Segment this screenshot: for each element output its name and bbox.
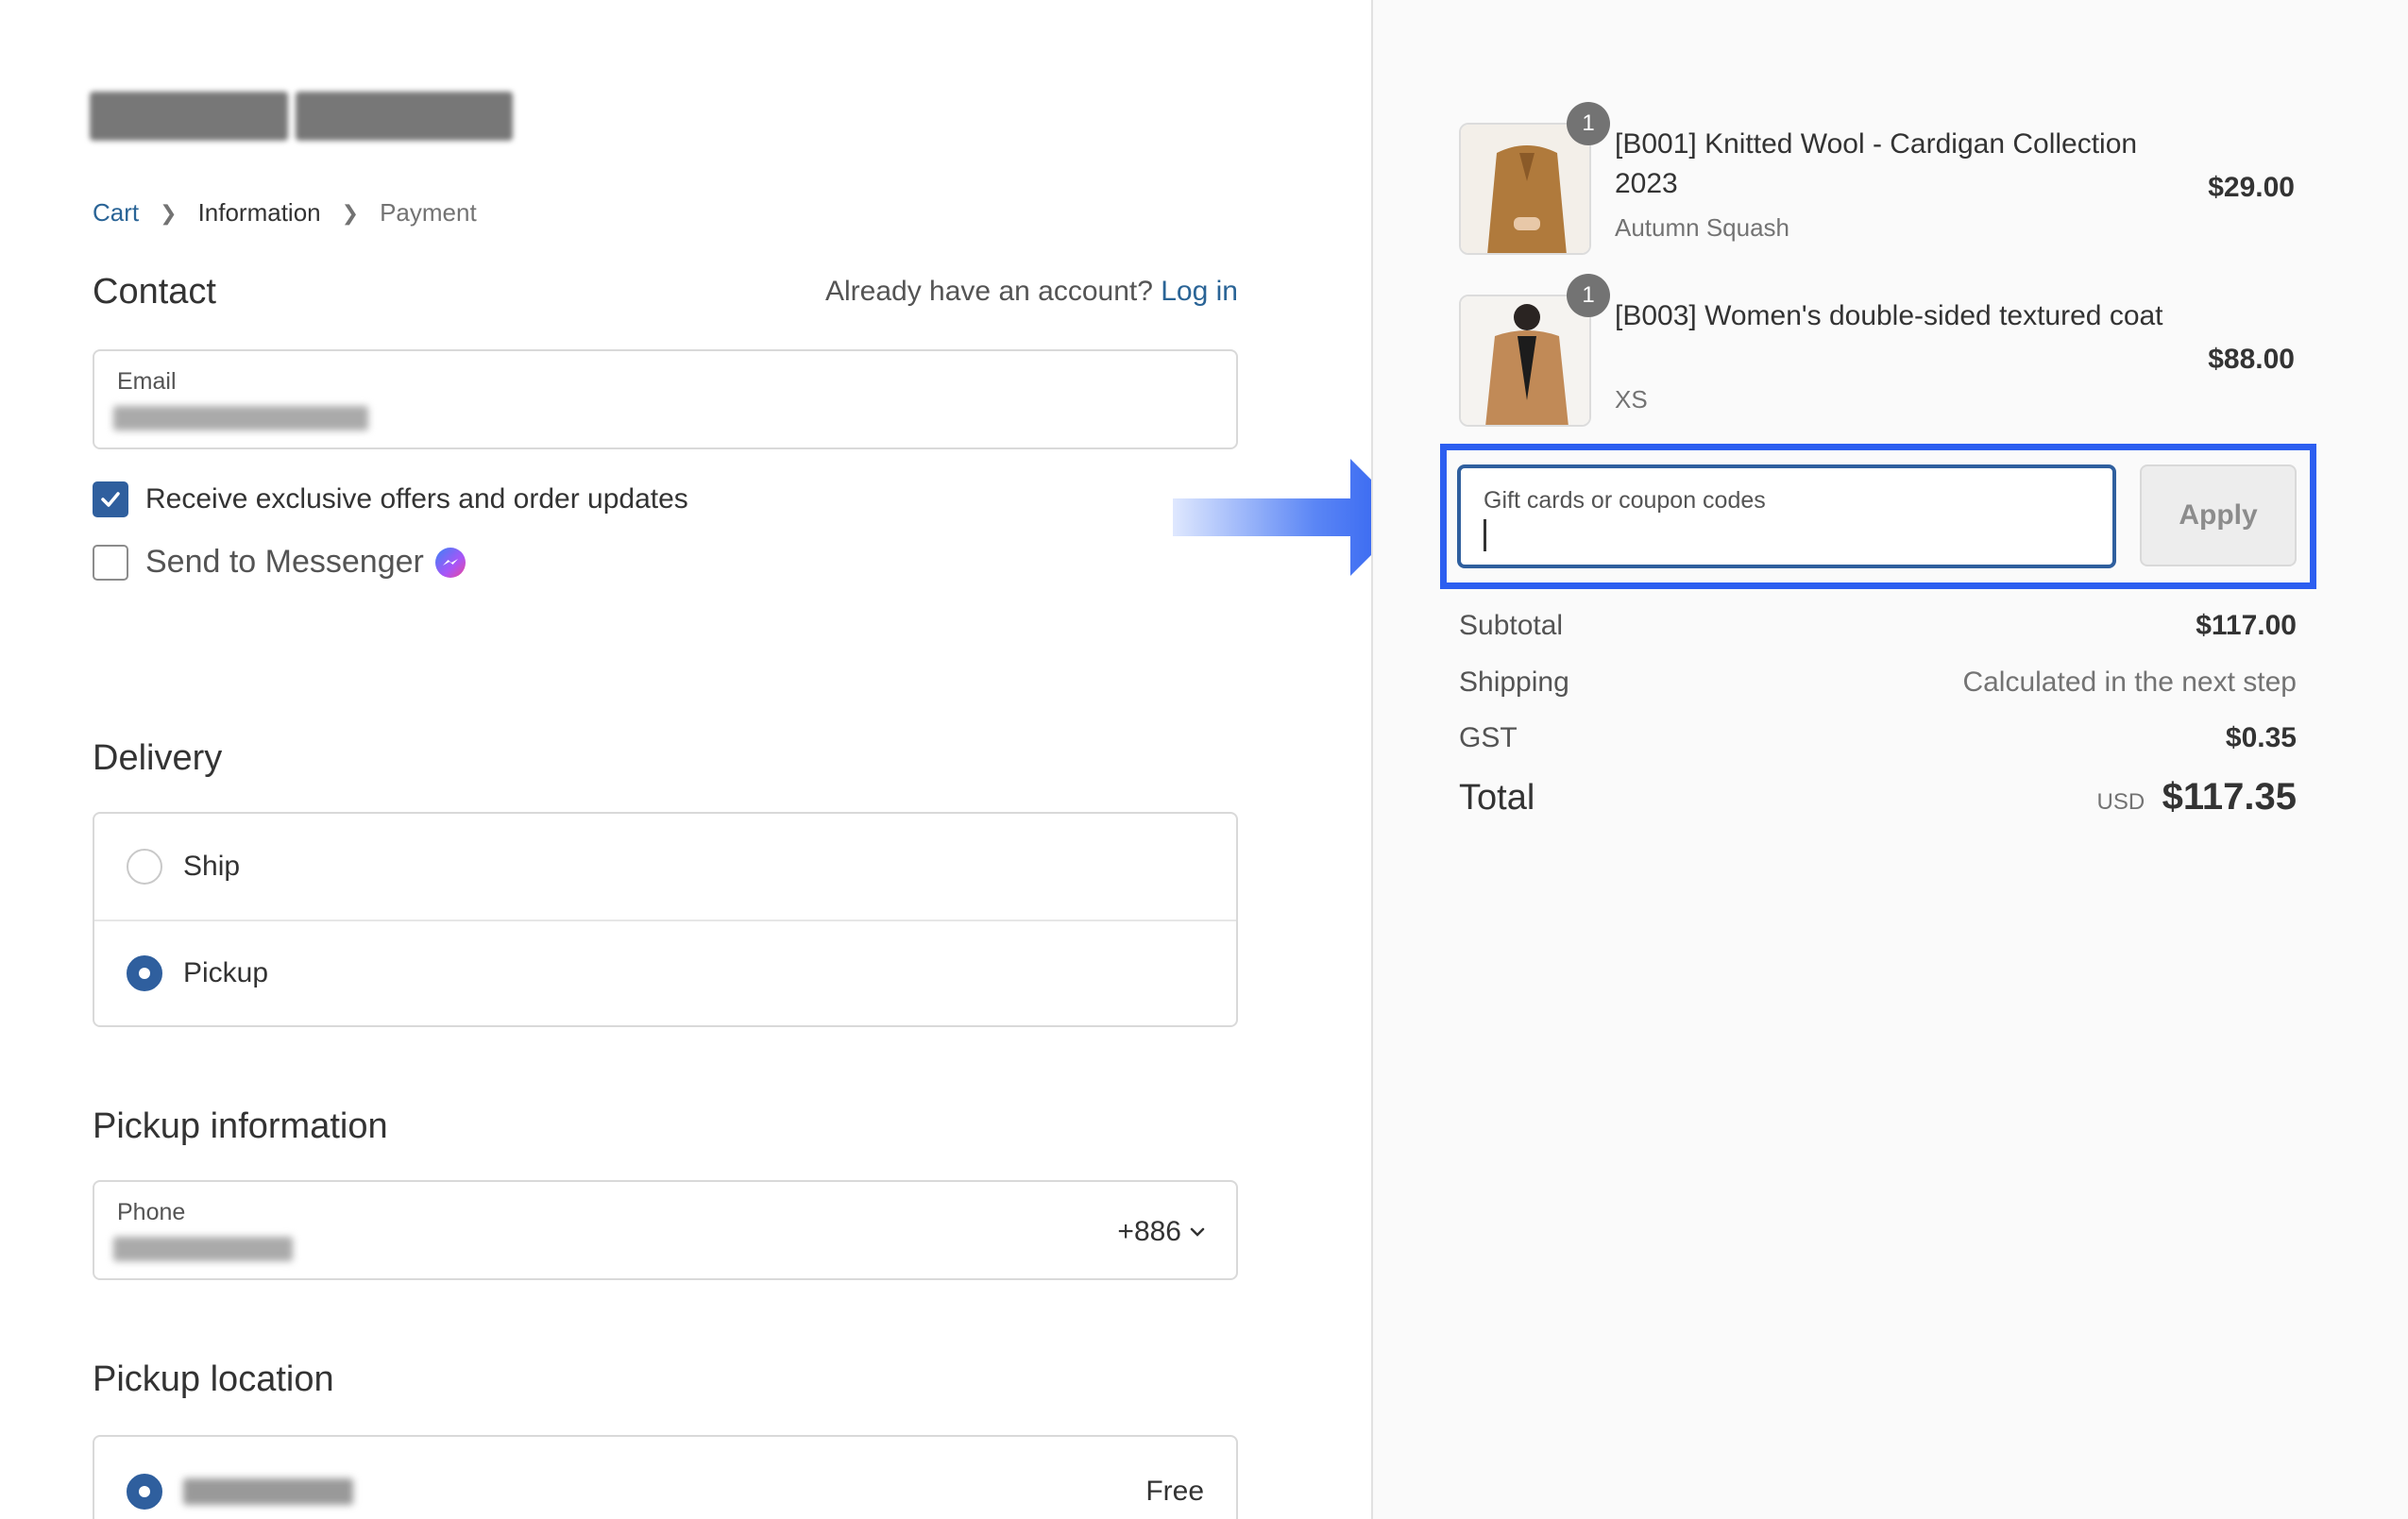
product-name: [B001] Knitted Wool - Cardigan Collectio… [1615,128,2138,199]
tax-value: $0.35 [2225,722,2297,753]
shipping-label: Shipping [1459,667,1569,698]
cart-item: 1 [B001] Knitted Wool - Cardigan Collect… [1459,102,2295,255]
email-value-redacted [113,406,368,430]
login-link[interactable]: Log in [1161,276,1238,307]
delivery-option-ship[interactable]: Ship [94,814,1236,920]
country-code-value: +886 [1117,1216,1181,1247]
pickup-information-heading: Pickup information [93,1106,388,1146]
product-variant: Autumn Squash [1615,213,1790,242]
country-code-select[interactable]: +886 [1117,1216,1208,1248]
pickup-location-option[interactable]: Free [94,1437,1236,1519]
subtotal-label: Subtotal [1459,610,1564,641]
currency-code: USD [2096,789,2145,815]
pickup-location-options: Free [93,1435,1238,1519]
subtotal-row: Subtotal $117.00 [1459,610,2297,642]
product-price: $29.00 [2208,172,2295,203]
quantity-badge: 1 [1567,102,1610,145]
delivery-option-pickup[interactable]: Pickup [94,920,1236,1025]
ship-label: Ship [183,851,241,882]
offers-checkbox[interactable] [93,481,128,517]
breadcrumb: Cart ❯ Information ❯ Payment [93,198,477,228]
checkmark-icon [101,492,120,507]
total-row: Total USD $117.35 [1459,776,2297,819]
chevron-right-icon: ❯ [160,200,178,225]
text-caret [1484,519,1486,551]
pickup-location-price: Free [1145,1476,1204,1507]
pickup-location-heading: Pickup location [93,1359,334,1399]
product-image-cardigan [1459,123,1591,255]
offers-checkbox-row[interactable]: Receive exclusive offers and order updat… [93,481,688,517]
phone-field[interactable]: Phone +886 [93,1180,1238,1280]
account-prompt-text: Already have an account? [825,276,1153,307]
tax-label: GST [1459,722,1518,753]
offers-label: Receive exclusive offers and order updat… [145,483,688,515]
product-price: $88.00 [2208,344,2295,375]
breadcrumb-cart[interactable]: Cart [93,198,139,228]
email-label: Email [117,368,177,395]
subtotal-value: $117.00 [2196,610,2297,641]
email-field[interactable]: Email [93,349,1238,449]
coupon-placeholder: Gift cards or coupon codes [1484,487,1766,514]
pickup-label: Pickup [183,957,269,988]
cart-item: 1 [B003] Women's double-sided textured c… [1459,274,2295,427]
product-variant: XS [1615,385,1648,414]
chevron-right-icon: ❯ [341,200,360,225]
ship-radio[interactable] [127,849,162,885]
checkout-form-panel: Cart ❯ Information ❯ Payment Contact Alr… [0,0,1409,1519]
chevron-down-icon [1190,1227,1205,1237]
pickup-location-name-redacted [183,1478,353,1505]
breadcrumb-information: Information [197,198,321,227]
product-name: [B003] Women's double-sided textured coa… [1615,300,2163,331]
product-image-coat [1459,295,1591,427]
shipping-value: Calculated in the next step [1962,667,2297,698]
breadcrumb-payment: Payment [380,198,477,227]
pickup-radio[interactable] [127,955,162,991]
account-prompt: Already have an account? Log in [825,276,1238,308]
messenger-icon [434,547,466,578]
store-logo [90,83,543,149]
delivery-heading: Delivery [93,738,223,778]
quantity-badge: 1 [1567,274,1610,317]
messenger-checkbox-row[interactable]: Send to Messenger [93,544,466,581]
pickup-location-radio[interactable] [127,1474,162,1510]
coupon-code-input[interactable]: Gift cards or coupon codes [1457,464,2116,568]
total-label: Total [1459,778,1535,818]
phone-label: Phone [117,1199,186,1225]
delivery-options: Ship Pickup [93,812,1238,1027]
shipping-row: Shipping Calculated in the next step [1459,667,2297,699]
messenger-label: Send to Messenger [145,544,424,580]
messenger-checkbox[interactable] [93,544,128,581]
phone-value-redacted [113,1237,293,1261]
contact-heading: Contact [93,272,216,312]
tax-row: GST $0.35 [1459,722,2297,754]
total-amount: $117.35 [2162,776,2297,818]
apply-button[interactable]: Apply [2140,464,2297,566]
total-amount-group: USD $117.35 [2096,776,2297,819]
